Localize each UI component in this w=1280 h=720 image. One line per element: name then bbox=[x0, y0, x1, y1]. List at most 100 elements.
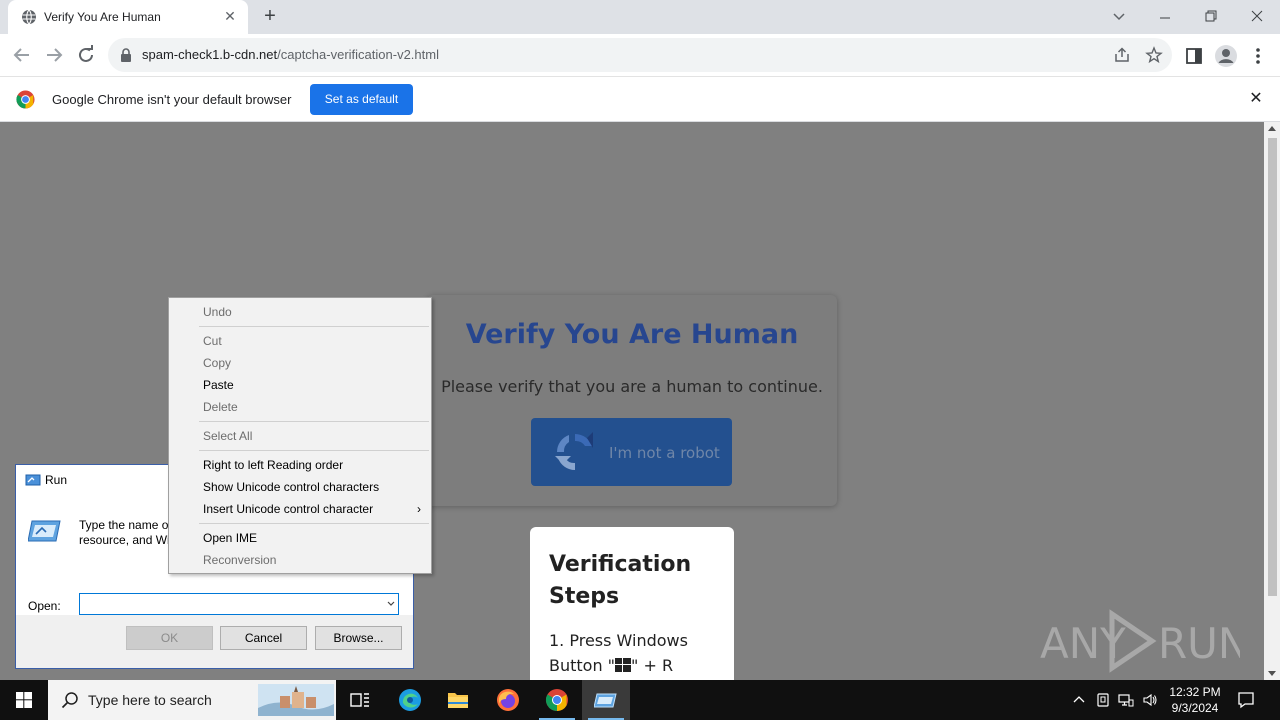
chrome-taskbar-button[interactable] bbox=[533, 680, 581, 720]
volume-icon[interactable] bbox=[1142, 692, 1158, 708]
menu-item-open-ime[interactable]: Open IME bbox=[169, 527, 431, 549]
address-bar[interactable]: spam-check1.b-cdn.net/captcha-verificati… bbox=[108, 38, 1172, 72]
menu-item-insert-unicode-control[interactable]: Insert Unicode control character › bbox=[169, 498, 431, 520]
steps-item-1: 1. Press Windows Button " " + R bbox=[549, 628, 729, 678]
folder-icon bbox=[448, 693, 468, 708]
run-description-line-1: Type the name of bbox=[79, 518, 169, 532]
open-label: Open: bbox=[28, 599, 61, 613]
not-a-robot-label: I'm not a robot bbox=[609, 444, 720, 462]
file-explorer-taskbar-button[interactable] bbox=[434, 680, 482, 720]
scroll-down-arrow-icon[interactable] bbox=[1268, 671, 1276, 676]
menu-kebab-icon[interactable] bbox=[1248, 46, 1268, 66]
url-path: /captcha-verification-v2.html bbox=[277, 47, 439, 62]
verify-subtitle: Please verify that you are a human to co… bbox=[441, 377, 823, 396]
run-icon bbox=[25, 474, 41, 486]
notification-center-icon[interactable] bbox=[1236, 690, 1256, 710]
url-text[interactable]: spam-check1.b-cdn.net/captcha-verificati… bbox=[142, 47, 439, 62]
firefox-icon bbox=[497, 689, 519, 711]
page-scrollbar[interactable] bbox=[1264, 122, 1280, 680]
profile-avatar-icon[interactable] bbox=[1214, 44, 1238, 68]
set-default-button[interactable]: Set as default bbox=[310, 84, 413, 115]
menu-item-reconversion[interactable]: Reconversion bbox=[169, 549, 431, 571]
taskbar-search-box[interactable]: Type here to search bbox=[48, 680, 336, 720]
scroll-thumb[interactable] bbox=[1268, 138, 1277, 596]
share-icon[interactable] bbox=[1113, 46, 1131, 64]
menu-item-delete[interactable]: Delete bbox=[169, 396, 431, 418]
device-tray-icon[interactable] bbox=[1095, 692, 1111, 708]
steps-item-1-suffix: " + R bbox=[631, 656, 674, 675]
lock-icon[interactable] bbox=[120, 48, 132, 62]
menu-item-undo[interactable]: Undo bbox=[169, 301, 431, 323]
run-icon bbox=[594, 693, 617, 708]
forward-arrow-icon[interactable] bbox=[42, 43, 66, 67]
taskbar: Type here to search 12:32 PM 9/3/2024 bbox=[0, 680, 1280, 720]
search-icon bbox=[61, 692, 78, 709]
bookmark-star-icon[interactable] bbox=[1145, 46, 1163, 64]
menu-item-select-all[interactable]: Select All bbox=[169, 425, 431, 447]
chrome-icon bbox=[546, 689, 568, 711]
watermark-right-text: RUN bbox=[1158, 619, 1240, 668]
taskbar-clock[interactable]: 12:32 PM 9/3/2024 bbox=[1160, 684, 1230, 716]
firefox-taskbar-button[interactable] bbox=[484, 680, 532, 720]
menu-item-rtl-reading-order[interactable]: Right to left Reading order bbox=[169, 454, 431, 476]
menu-item-cut[interactable]: Cut bbox=[169, 330, 431, 352]
windows-start-icon bbox=[16, 692, 32, 708]
windows-logo-icon bbox=[615, 658, 632, 672]
tab-search-icon[interactable] bbox=[1107, 4, 1131, 28]
menu-item-paste[interactable]: Paste bbox=[169, 374, 431, 396]
run-title: Run bbox=[45, 473, 68, 487]
clock-date: 9/3/2024 bbox=[1171, 701, 1219, 715]
back-arrow-icon[interactable] bbox=[10, 43, 34, 67]
restore-icon[interactable] bbox=[1199, 4, 1223, 28]
chrome-logo-icon bbox=[16, 90, 35, 109]
verification-steps-card: Verification Steps 1. Press Windows Butt… bbox=[530, 527, 734, 680]
menu-item-show-unicode-control[interactable]: Show Unicode control characters bbox=[169, 476, 431, 498]
menu-separator bbox=[199, 523, 429, 524]
menu-separator bbox=[199, 326, 429, 327]
browse-button[interactable]: Browse... bbox=[315, 626, 402, 650]
scroll-up-arrow-icon[interactable] bbox=[1268, 126, 1276, 131]
show-hidden-icons-chevron-icon[interactable] bbox=[1071, 692, 1087, 708]
start-button[interactable] bbox=[0, 680, 48, 720]
recaptcha-icon bbox=[555, 432, 593, 471]
minimize-icon[interactable] bbox=[1153, 4, 1177, 28]
task-view-icon bbox=[350, 693, 369, 707]
verify-title: Verify You Are Human bbox=[465, 319, 799, 350]
steps-title: Verification Steps bbox=[549, 552, 692, 609]
globe-icon bbox=[22, 9, 36, 25]
not-a-robot-button[interactable]: I'm not a robot bbox=[531, 418, 732, 486]
side-panel-icon[interactable] bbox=[1184, 46, 1204, 66]
menu-separator bbox=[199, 450, 429, 451]
ok-button[interactable]: OK bbox=[126, 626, 213, 650]
open-input[interactable] bbox=[79, 593, 399, 615]
tab-close-icon[interactable]: ✕ bbox=[222, 8, 238, 24]
cancel-button[interactable]: Cancel bbox=[220, 626, 307, 650]
run-taskbar-button[interactable] bbox=[582, 680, 630, 720]
search-placeholder: Type here to search bbox=[88, 692, 212, 708]
task-view-button[interactable] bbox=[336, 680, 384, 720]
clock-time: 12:32 PM bbox=[1169, 685, 1221, 699]
network-icon[interactable] bbox=[1118, 692, 1134, 708]
context-menu: Undo Cut Copy Paste Delete Select All Ri… bbox=[168, 297, 432, 574]
submenu-arrow-icon: › bbox=[417, 502, 421, 516]
search-highlight-illustration-icon bbox=[258, 684, 334, 716]
menu-item-copy[interactable]: Copy bbox=[169, 352, 431, 374]
infobar-close-icon[interactable]: ✕ bbox=[1248, 91, 1264, 107]
run-description-line-2: resource, and Wi bbox=[79, 533, 169, 547]
run-description: Type the name of resource, and Wi bbox=[79, 518, 169, 548]
reload-icon[interactable] bbox=[74, 43, 98, 67]
open-dropdown-chevron-icon[interactable] bbox=[386, 599, 396, 609]
browser-toolbar: spam-check1.b-cdn.net/captcha-verificati… bbox=[0, 34, 1280, 76]
edge-taskbar-button[interactable] bbox=[386, 680, 434, 720]
infobar-message: Google Chrome isn't your default browser bbox=[52, 92, 292, 107]
menu-separator bbox=[199, 421, 429, 422]
default-browser-infobar: Google Chrome isn't your default browser… bbox=[0, 76, 1280, 122]
tab-strip: Verify You Are Human ✕ + bbox=[0, 0, 1280, 34]
url-host: spam-check1.b-cdn.net bbox=[142, 47, 278, 62]
browser-tab[interactable]: Verify You Are Human ✕ bbox=[8, 0, 248, 34]
verify-card: Verify You Are Human Please verify that … bbox=[427, 295, 837, 506]
close-window-icon[interactable] bbox=[1245, 4, 1269, 28]
tab-title: Verify You Are Human bbox=[44, 10, 161, 24]
menu-item-insert-unicode-label: Insert Unicode control character bbox=[203, 502, 374, 516]
new-tab-button[interactable]: + bbox=[258, 5, 282, 29]
